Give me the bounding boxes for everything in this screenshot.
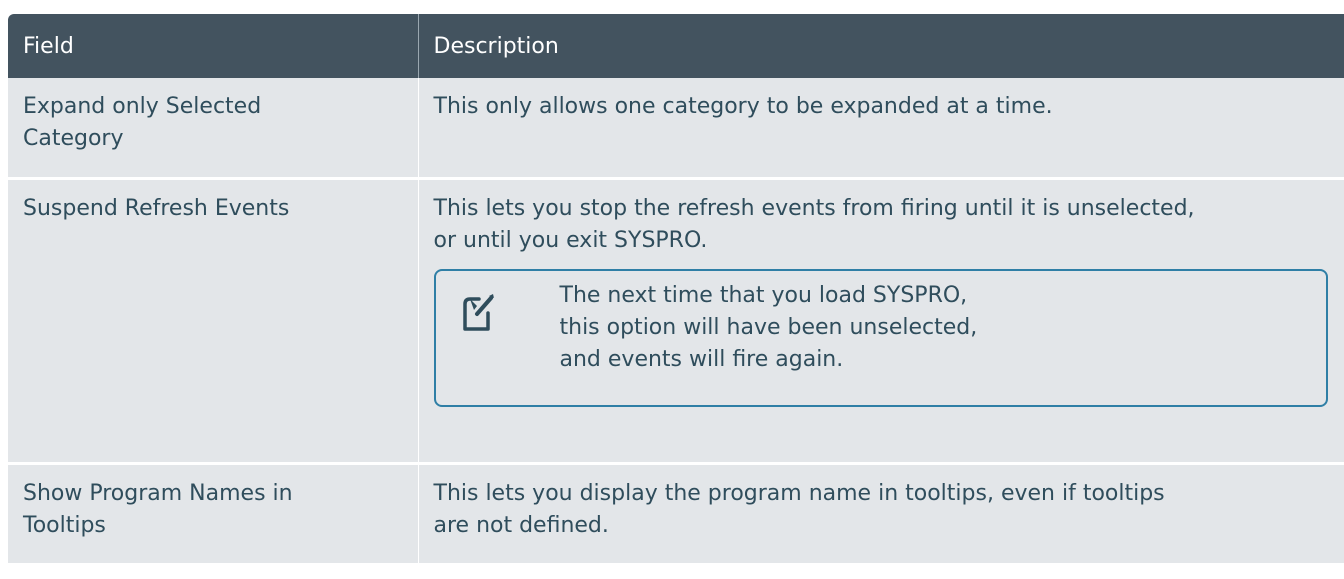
description-text: This lets you stop the refresh events fr… xyxy=(433,195,1195,253)
note-edit-icon xyxy=(462,293,494,331)
note-callout: The next time that you load SYSPRO, this… xyxy=(433,268,1328,407)
field-cell: Show Program Names in Tooltips xyxy=(8,461,419,563)
field-description-table: Field Description Expand only Selected C… xyxy=(8,14,1344,563)
table-row: Expand only Selected Category This only … xyxy=(8,78,1344,178)
header-description: Description xyxy=(418,14,1344,78)
field-text: Suspend Refresh Events xyxy=(23,195,290,221)
field-text: Show Program Names in Tooltips xyxy=(23,480,293,538)
description-text: This lets you display the program name i… xyxy=(433,480,1165,538)
description-cell: This lets you stop the refresh events fr… xyxy=(418,176,1344,463)
table-row: Show Program Names in Tooltips This lets… xyxy=(8,461,1344,563)
table-row: Suspend Refresh Events This lets you sto… xyxy=(8,176,1344,463)
header-field: Field xyxy=(8,14,419,78)
table-header-row: Field Description xyxy=(8,14,1344,78)
field-cell: Suspend Refresh Events xyxy=(8,176,419,463)
description-cell: This only allows one category to be expa… xyxy=(418,78,1344,178)
description-cell: This lets you display the program name i… xyxy=(418,461,1344,563)
description-text: This only allows one category to be expa… xyxy=(433,94,1053,119)
field-text: Expand only Selected Category xyxy=(23,94,262,151)
field-cell: Expand only Selected Category xyxy=(8,78,419,178)
note-text: The next time that you load SYSPRO, this… xyxy=(559,282,978,372)
